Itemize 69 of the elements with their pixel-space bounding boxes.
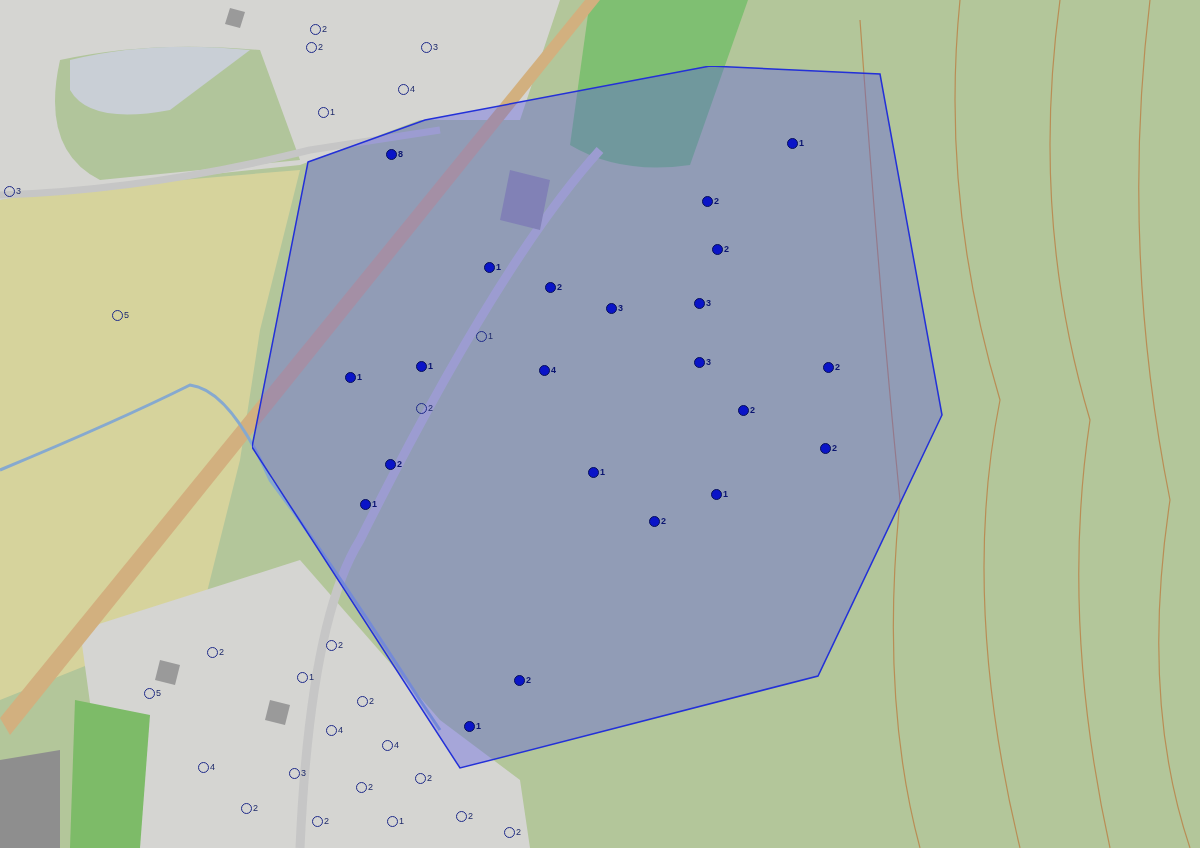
- marker-label: 3: [301, 769, 306, 778]
- address-marker[interactable]: [514, 675, 525, 686]
- marker-label: 2: [714, 197, 719, 206]
- marker-label: 2: [468, 812, 473, 821]
- address-marker[interactable]: [416, 361, 427, 372]
- marker-label: 1: [496, 263, 501, 272]
- address-marker[interactable]: [588, 467, 599, 478]
- marker-label: 2: [724, 245, 729, 254]
- marker-label: 1: [309, 673, 314, 682]
- address-marker[interactable]: [823, 362, 834, 373]
- marker-label: 2: [750, 406, 755, 415]
- marker-label: 2: [427, 774, 432, 783]
- address-marker[interactable]: [606, 303, 617, 314]
- address-marker[interactable]: [702, 196, 713, 207]
- address-marker[interactable]: [820, 443, 831, 454]
- marker-label: 1: [476, 722, 481, 731]
- marker-label: 4: [210, 763, 215, 772]
- marker-label: 3: [433, 43, 438, 52]
- marker-label: 5: [124, 311, 129, 320]
- marker-label: 2: [526, 676, 531, 685]
- marker-label: 1: [372, 500, 377, 509]
- address-marker[interactable]: [484, 262, 495, 273]
- address-marker[interactable]: [360, 499, 371, 510]
- marker-label: 3: [706, 358, 711, 367]
- marker-label: 3: [618, 304, 623, 313]
- marker-label: 1: [357, 373, 362, 382]
- marker-label: 1: [399, 817, 404, 826]
- marker-label: 1: [488, 332, 493, 341]
- address-marker[interactable]: [464, 721, 475, 732]
- marker-label: 1: [600, 468, 605, 477]
- marker-label: 4: [410, 85, 415, 94]
- marker-label: 2: [338, 641, 343, 650]
- marker-label: 2: [253, 804, 258, 813]
- address-marker[interactable]: [787, 138, 798, 149]
- address-marker[interactable]: [649, 516, 660, 527]
- marker-label: 1: [330, 108, 335, 117]
- marker-label: 4: [551, 366, 556, 375]
- marker-label: 2: [835, 363, 840, 372]
- marker-label: 2: [661, 517, 666, 526]
- marker-label: 2: [318, 43, 323, 52]
- marker-label: 2: [428, 404, 433, 413]
- marker-label: 2: [369, 697, 374, 706]
- marker-label: 2: [368, 783, 373, 792]
- marker-label: 2: [219, 648, 224, 657]
- marker-label: 8: [398, 150, 403, 159]
- address-marker[interactable]: [539, 365, 550, 376]
- marker-label: 2: [322, 25, 327, 34]
- marker-label: 1: [799, 139, 804, 148]
- marker-label: 2: [324, 817, 329, 826]
- address-marker[interactable]: [711, 489, 722, 500]
- address-marker[interactable]: [545, 282, 556, 293]
- address-marker[interactable]: [694, 357, 705, 368]
- marker-label: 1: [428, 362, 433, 371]
- marker-label: 3: [706, 299, 711, 308]
- marker-label: 1: [723, 490, 728, 499]
- marker-label: 4: [394, 741, 399, 750]
- marker-label: 4: [338, 726, 343, 735]
- address-marker[interactable]: [712, 244, 723, 255]
- address-marker[interactable]: [386, 149, 397, 160]
- address-marker[interactable]: [738, 405, 749, 416]
- marker-label: 2: [832, 444, 837, 453]
- marker-label: 3: [16, 187, 21, 196]
- address-marker[interactable]: [385, 459, 396, 470]
- marker-label: 5: [156, 689, 161, 698]
- marker-label: 2: [397, 460, 402, 469]
- address-marker[interactable]: [694, 298, 705, 309]
- address-marker[interactable]: [345, 372, 356, 383]
- marker-label: 2: [516, 828, 521, 837]
- marker-label: 2: [557, 283, 562, 292]
